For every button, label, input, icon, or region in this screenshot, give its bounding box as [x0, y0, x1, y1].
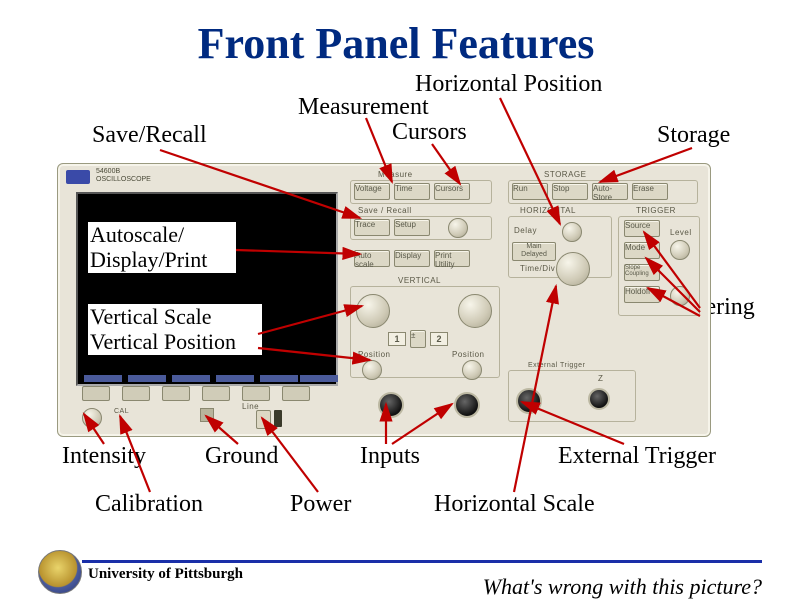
timediv-label: Time/Div [520, 264, 555, 273]
callout-ground: Ground [205, 444, 278, 469]
overlay-autoscale: Autoscale/Display/Print [88, 222, 236, 273]
level-label: Level [670, 228, 692, 237]
print-utility-button[interactable]: Print Utility [434, 250, 470, 267]
position2-label: Position [452, 350, 484, 359]
hp-logo [66, 170, 90, 184]
section-measure: Measure [378, 170, 413, 179]
model-label: 54600BOSCILLOSCOPE [96, 168, 186, 183]
ch2-volts-div-knob[interactable] [458, 294, 492, 328]
oscilloscope-panel: 54600BOSCILLOSCOPE Measure Voltage Time … [57, 163, 711, 437]
slide-title: Front Panel Features [0, 18, 792, 69]
callout-inputs: Inputs [360, 444, 420, 469]
main-delayed-button[interactable]: Main Delayed [512, 242, 556, 261]
ch2-position-knob[interactable] [462, 360, 482, 380]
footer-question: What's wrong with this picture? [483, 574, 762, 600]
setup-button[interactable]: Setup [394, 219, 430, 236]
softkey-2[interactable] [122, 386, 150, 401]
source-button[interactable]: Source [624, 220, 660, 237]
university-seal-icon [38, 550, 82, 594]
callout-measurement: Measurement [298, 95, 429, 120]
stop-button[interactable]: Stop [552, 183, 588, 200]
softkey-6[interactable] [282, 386, 310, 401]
run-button[interactable]: Run [512, 183, 548, 200]
intensity-knob[interactable] [82, 408, 102, 428]
section-horizontal: HORIZONTAL [520, 206, 576, 215]
power-indicator [274, 410, 282, 427]
ch1-position-knob[interactable] [362, 360, 382, 380]
holdoff-knob[interactable] [670, 286, 690, 306]
ground-terminal[interactable] [200, 408, 214, 422]
ch2-tab[interactable]: 2 [430, 332, 448, 346]
voltage-button[interactable]: Voltage [354, 183, 390, 200]
autostore-button[interactable]: Auto-Store [592, 183, 628, 200]
mode-button[interactable]: Mode [624, 242, 660, 259]
callout-external-trigger: External Trigger [558, 444, 716, 469]
ext-trigger-label: External Trigger [528, 362, 585, 369]
trace-button[interactable]: Trace [354, 219, 390, 236]
ch1-tab[interactable]: 1 [388, 332, 406, 346]
autoscale-button[interactable]: Auto scale [354, 250, 390, 267]
section-save-recall: Save / Recall [358, 206, 412, 215]
ch1-input-bnc[interactable] [378, 392, 404, 418]
display-button[interactable]: Display [394, 250, 430, 267]
ch2-input-bnc[interactable] [454, 392, 480, 418]
holdoff-button[interactable]: Holdoff [624, 286, 660, 303]
z-input-bnc[interactable] [588, 388, 610, 410]
section-storage: STORAGE [544, 170, 586, 179]
save-recall-knob[interactable] [448, 218, 468, 238]
slope-coupling-button[interactable]: Slope Coupling [624, 264, 660, 281]
time-button[interactable]: Time [394, 183, 430, 200]
erase-button[interactable]: Erase [632, 183, 668, 200]
callout-intensity: Intensity [62, 444, 146, 469]
level-knob[interactable] [670, 240, 690, 260]
overlay-vertical: Vertical ScaleVertical Position [88, 304, 262, 355]
power-button[interactable] [256, 410, 271, 429]
time-div-knob[interactable] [556, 252, 590, 286]
footer-rule [82, 560, 762, 563]
delay-knob[interactable] [562, 222, 582, 242]
callout-power: Power [290, 492, 351, 517]
position1-label: Position [358, 350, 390, 359]
z-label: Z [598, 374, 603, 383]
cursors-button[interactable]: Cursors [434, 183, 470, 200]
ch1-volts-div-knob[interactable] [356, 294, 390, 328]
softkey-5[interactable] [242, 386, 270, 401]
delay-label: Delay [514, 226, 537, 235]
callout-horizontal-position: Horizontal Position [415, 72, 602, 97]
math-button[interactable]: ± [410, 330, 426, 348]
callout-calibration: Calibration [95, 492, 203, 517]
section-trigger: TRIGGER [636, 206, 676, 215]
softkey-4[interactable] [202, 386, 230, 401]
softkey-3[interactable] [162, 386, 190, 401]
university-name: University of Pittsburgh [88, 566, 243, 583]
callout-save-recall: Save/Recall [92, 123, 207, 148]
softkey-1[interactable] [82, 386, 110, 401]
cal-label: CAL [114, 408, 129, 415]
section-vertical: VERTICAL [398, 276, 441, 285]
callout-horizontal-scale: Horizontal Scale [434, 492, 595, 517]
callout-cursors: Cursors [392, 120, 467, 145]
callout-storage: Storage [657, 123, 730, 148]
ext-trigger-bnc[interactable] [516, 388, 542, 414]
